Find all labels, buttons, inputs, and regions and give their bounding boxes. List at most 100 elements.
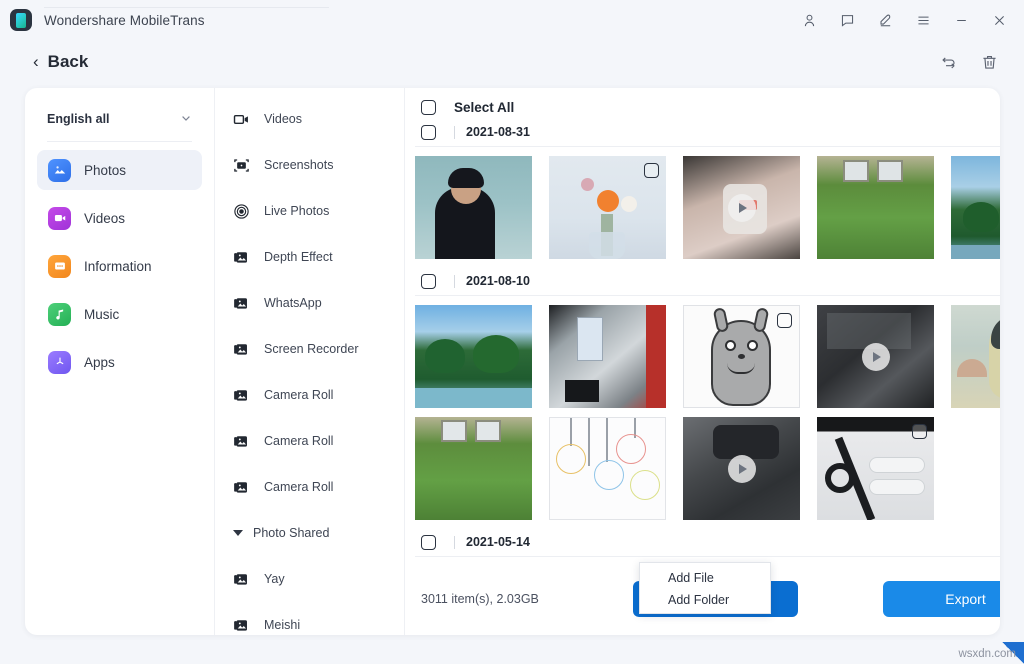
close-button[interactable] bbox=[984, 6, 1014, 34]
thumbnail-video-phone-dark[interactable] bbox=[683, 417, 800, 520]
album-item-label: Yay bbox=[264, 572, 285, 586]
feedback-icon[interactable] bbox=[832, 6, 862, 34]
sidebar-item-apps[interactable]: Apps bbox=[37, 342, 202, 382]
album-item-label: WhatsApp bbox=[264, 296, 322, 310]
context-menu-item-add-folder[interactable]: Add Folder bbox=[640, 589, 770, 611]
select-all-row[interactable]: Select All bbox=[415, 88, 1000, 118]
date-group-checkbox[interactable] bbox=[421, 274, 436, 289]
album-item-screen-recorder[interactable]: Screen Recorder bbox=[215, 326, 404, 372]
thumbnail-video-airpods-case[interactable] bbox=[683, 156, 800, 259]
thumbnail-photo-totoro-sketch[interactable] bbox=[683, 305, 800, 408]
sidebar-item-label: Apps bbox=[84, 355, 115, 370]
date-group-header[interactable]: 2021-08-31 5 bbox=[415, 118, 1000, 147]
album-item-label: Screen Recorder bbox=[264, 342, 359, 356]
album-item-depth-effect[interactable]: Depth Effect bbox=[215, 234, 404, 280]
album-item-label: Camera Roll bbox=[264, 388, 333, 402]
sync-icon[interactable] bbox=[939, 53, 958, 72]
divider bbox=[454, 126, 455, 139]
menu-icon[interactable] bbox=[908, 6, 938, 34]
album-item-live-photos[interactable]: Live Photos bbox=[215, 188, 404, 234]
album-item-label: Camera Roll bbox=[264, 434, 333, 448]
watermark: wsxdn.com bbox=[958, 648, 1016, 660]
thumbnail-checkbox[interactable] bbox=[912, 424, 927, 439]
export-button[interactable]: Export bbox=[883, 581, 1000, 617]
chevron-left-icon: ‹ bbox=[33, 53, 39, 70]
date-group-checkbox[interactable] bbox=[421, 125, 436, 140]
date-group-header[interactable]: 2021-05-14 3 bbox=[415, 528, 1000, 557]
thumbnail-photo-cable-shelf[interactable] bbox=[817, 417, 934, 520]
information-icon bbox=[48, 255, 71, 278]
thumbnail-checkbox[interactable] bbox=[777, 313, 792, 328]
live-photo-icon bbox=[233, 203, 250, 220]
album-item-camera-roll-2[interactable]: Camera Roll bbox=[215, 418, 404, 464]
back-button[interactable]: ‹ Back bbox=[33, 52, 88, 72]
album-group-label: Photo Shared bbox=[253, 526, 329, 540]
select-all-label: Select All bbox=[454, 100, 514, 115]
sidebar-item-label: Videos bbox=[84, 211, 125, 226]
sidebar-item-photos[interactable]: Photos bbox=[37, 150, 202, 190]
language-select[interactable]: English all bbox=[39, 104, 200, 134]
sidebar-item-videos[interactable]: Videos bbox=[37, 198, 202, 238]
album-item-yay[interactable]: Yay bbox=[215, 556, 404, 602]
album-list: Videos Screenshots Live Photos Depth Eff… bbox=[215, 88, 405, 635]
thumbnail-photo-green-plants-window[interactable] bbox=[817, 156, 934, 259]
sidebar-item-label: Information bbox=[84, 259, 152, 274]
album-icon bbox=[233, 295, 250, 312]
album-item-camera-roll-1[interactable]: Camera Roll bbox=[215, 372, 404, 418]
caret-down-icon bbox=[233, 530, 243, 536]
album-item-videos[interactable]: Videos bbox=[215, 96, 404, 142]
music-icon bbox=[48, 303, 71, 326]
photo-grid-panel: Select All 2021-08-31 5 bbox=[405, 88, 1000, 635]
trash-icon[interactable] bbox=[980, 53, 999, 72]
thumbnail-photo-portrait-man[interactable] bbox=[415, 156, 532, 259]
date-group-header[interactable]: 2021-08-10 9 bbox=[415, 267, 1000, 296]
album-item-screenshots[interactable]: Screenshots bbox=[215, 142, 404, 188]
sidebar-item-information[interactable]: Information bbox=[37, 246, 202, 286]
chevron-down-icon bbox=[180, 112, 192, 127]
album-group-photo-shared[interactable]: Photo Shared bbox=[215, 510, 404, 556]
minimize-button[interactable] bbox=[946, 6, 976, 34]
sidebar-item-music[interactable]: Music bbox=[37, 294, 202, 334]
select-all-checkbox[interactable] bbox=[421, 100, 436, 115]
account-icon[interactable] bbox=[794, 6, 824, 34]
album-item-camera-roll-3[interactable]: Camera Roll bbox=[215, 464, 404, 510]
context-menu-item-add-file[interactable]: Add File bbox=[640, 567, 770, 589]
date-group-label: 2021-08-31 bbox=[466, 125, 530, 139]
album-item-label: Depth Effect bbox=[264, 250, 333, 264]
play-icon bbox=[728, 194, 756, 222]
language-select-label: English all bbox=[47, 112, 110, 126]
thumbnail-photo-tropical-island[interactable] bbox=[415, 305, 532, 408]
divider bbox=[454, 536, 455, 549]
thumbnail-photo-flower-vase[interactable] bbox=[549, 156, 666, 259]
video-camera-icon bbox=[233, 111, 250, 128]
thumbnail-photo-totoro-painting[interactable] bbox=[951, 305, 1000, 408]
sidebar-item-label: Music bbox=[84, 307, 119, 322]
back-button-label: Back bbox=[48, 52, 89, 72]
photo-grid-scroll[interactable]: Select All 2021-08-31 5 bbox=[405, 88, 1000, 563]
app-title: Wondershare MobileTrans bbox=[44, 13, 205, 28]
window-controls bbox=[794, 0, 1014, 40]
photos-icon bbox=[48, 159, 71, 182]
thumbnail-row bbox=[415, 147, 1000, 259]
thumbnail-photo-infographic[interactable] bbox=[549, 417, 666, 520]
album-item-label: Live Photos bbox=[264, 204, 329, 218]
thumbnail-row bbox=[415, 408, 1000, 520]
title-bar-separator bbox=[44, 7, 329, 8]
thumbnail-photo-office-desk[interactable] bbox=[549, 305, 666, 408]
thumbnail-photo-green-plants[interactable] bbox=[415, 417, 532, 520]
date-group-checkbox[interactable] bbox=[421, 535, 436, 550]
date-group-label: 2021-08-10 bbox=[466, 274, 530, 288]
thumbnail-video-keyboard-dark[interactable] bbox=[817, 305, 934, 408]
main-card: English all Photos Videos bbox=[25, 88, 1000, 635]
screenshot-icon bbox=[233, 157, 250, 174]
thumbnail-photo-palm-beach[interactable] bbox=[951, 156, 1000, 259]
album-icon bbox=[233, 479, 250, 496]
thumbnail-checkbox[interactable] bbox=[644, 163, 659, 178]
application-window: Wondershare MobileTrans bbox=[0, 0, 1024, 664]
album-item-meishi[interactable]: Meishi bbox=[215, 602, 404, 635]
date-group-label: 2021-05-14 bbox=[466, 535, 530, 549]
thumbnail-row bbox=[415, 296, 1000, 408]
album-item-whatsapp[interactable]: WhatsApp bbox=[215, 280, 404, 326]
item-count-label: 3011 item(s), 2.03GB bbox=[421, 592, 539, 606]
edit-icon[interactable] bbox=[870, 6, 900, 34]
